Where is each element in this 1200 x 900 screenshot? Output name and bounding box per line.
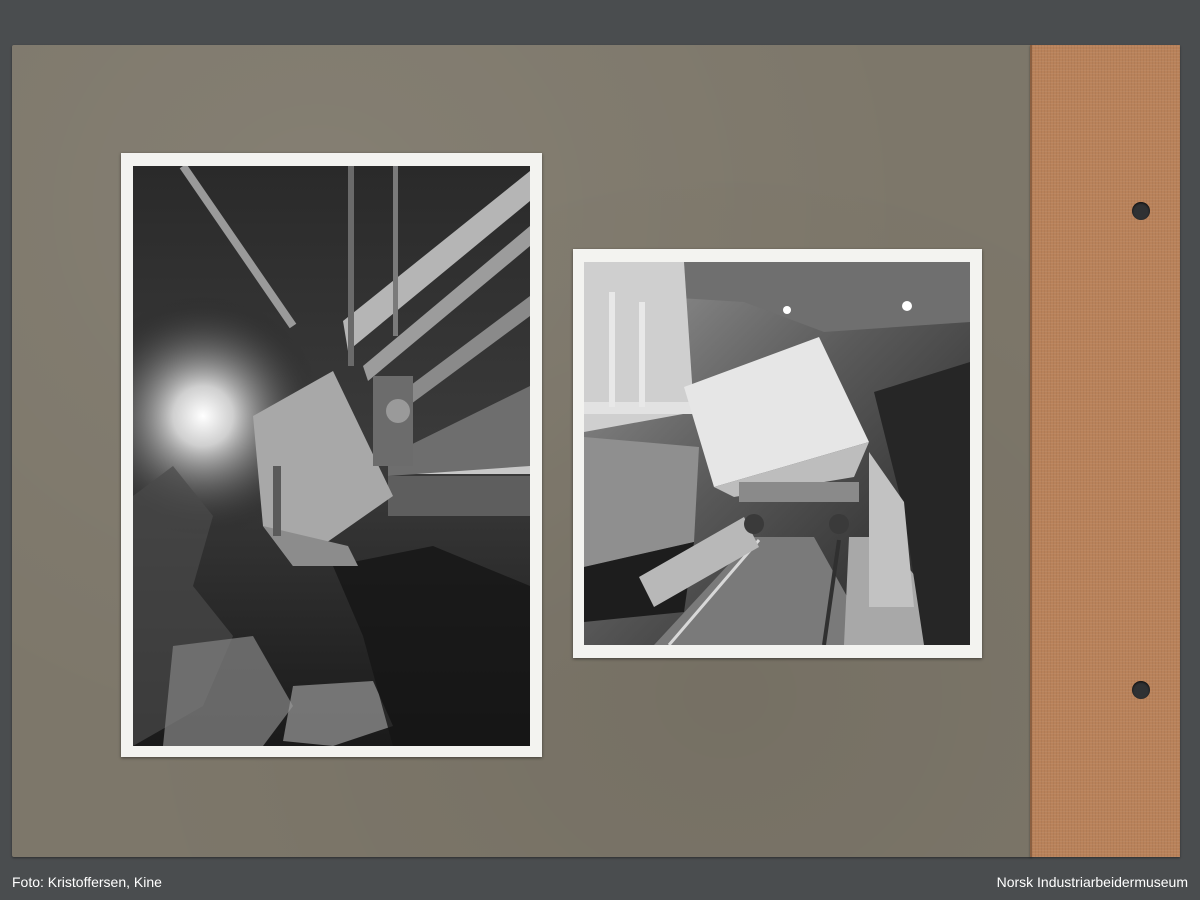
- binder-hole-bottom: [1132, 681, 1150, 699]
- photo-credit: Foto: Kristoffersen, Kine: [12, 874, 162, 890]
- photo-print-right: [573, 249, 982, 658]
- album-spine: [1030, 45, 1180, 857]
- binder-hole-top: [1132, 202, 1150, 220]
- photo-print-left: [121, 153, 542, 757]
- museum-name: Norsk Industriarbeidermuseum: [996, 874, 1188, 890]
- footer-bar: Foto: Kristoffersen, Kine Norsk Industri…: [0, 866, 1200, 900]
- photo-mine-trestle: [133, 166, 530, 746]
- photo-mine-wagon-track: [584, 262, 970, 645]
